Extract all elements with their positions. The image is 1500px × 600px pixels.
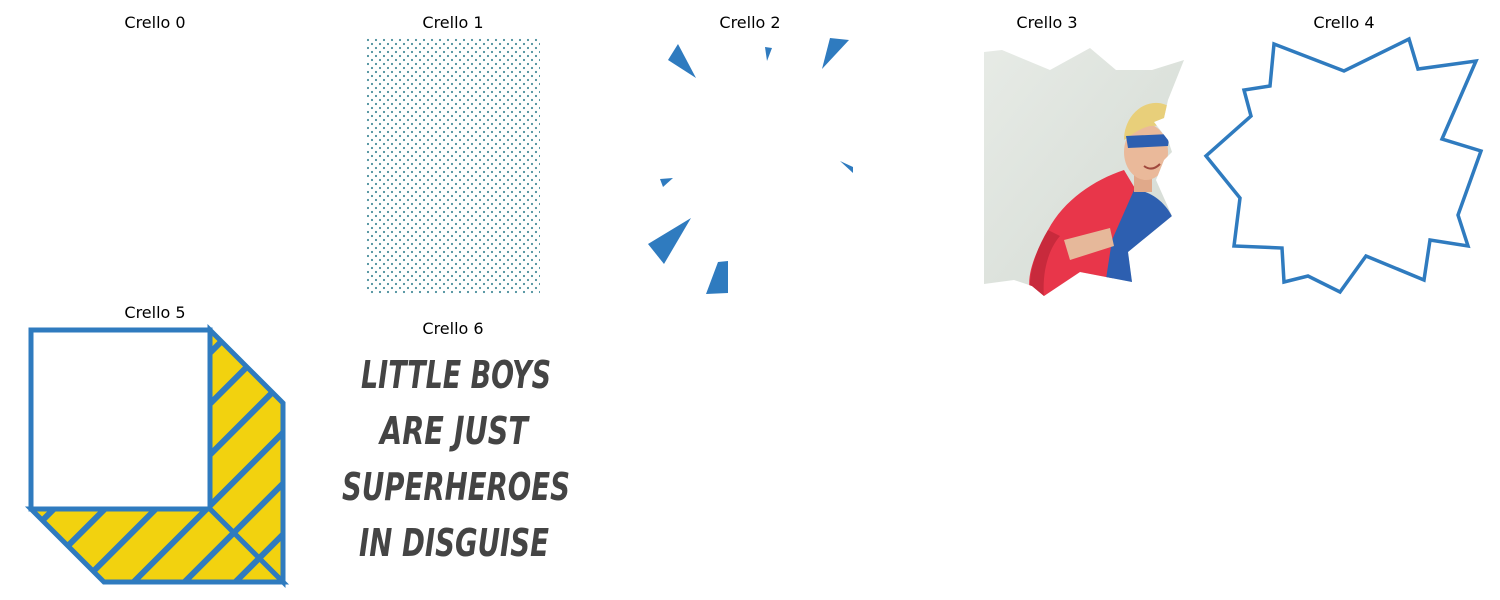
panel-5-striped-cube: [24, 323, 290, 589]
panel-4-starburst: [1200, 34, 1490, 300]
starburst-outline-icon: [1203, 36, 1484, 295]
panel-0-title: Crello 0: [124, 13, 186, 32]
panel-5-title: Crello 5: [124, 303, 186, 322]
panel-0-canvas: [28, 38, 283, 294]
panel-3-title: Crello 3: [1016, 13, 1078, 32]
panel-2-burst-shards: [640, 30, 870, 300]
panel-6-title: Crello 6: [422, 319, 484, 338]
panel-3-superhero-photo: [984, 40, 1189, 298]
panel-4-title: Crello 4: [1313, 13, 1375, 32]
panel-1-title: Crello 1: [422, 13, 484, 32]
quote-line-2: ARE JUST: [378, 409, 531, 453]
striped-cube-icon: [24, 323, 290, 589]
quote-line-4: IN DISGUISE: [359, 521, 549, 565]
quote-text-graphic: LITTLE BOYS ARE JUST SUPERHEROES IN DISG…: [342, 353, 570, 565]
quote-line-1: LITTLE BOYS: [361, 353, 551, 397]
dot-pattern-graphic: [366, 38, 540, 294]
burst-shards-graphic: [648, 38, 853, 294]
superhero-boy-photo: [984, 48, 1184, 296]
panel-1-dot-pattern: [366, 38, 540, 294]
quote-line-3: SUPERHEROES: [342, 465, 570, 509]
panel-6-quote: LITTLE BOYS ARE JUST SUPERHEROES IN DISG…: [336, 342, 576, 568]
